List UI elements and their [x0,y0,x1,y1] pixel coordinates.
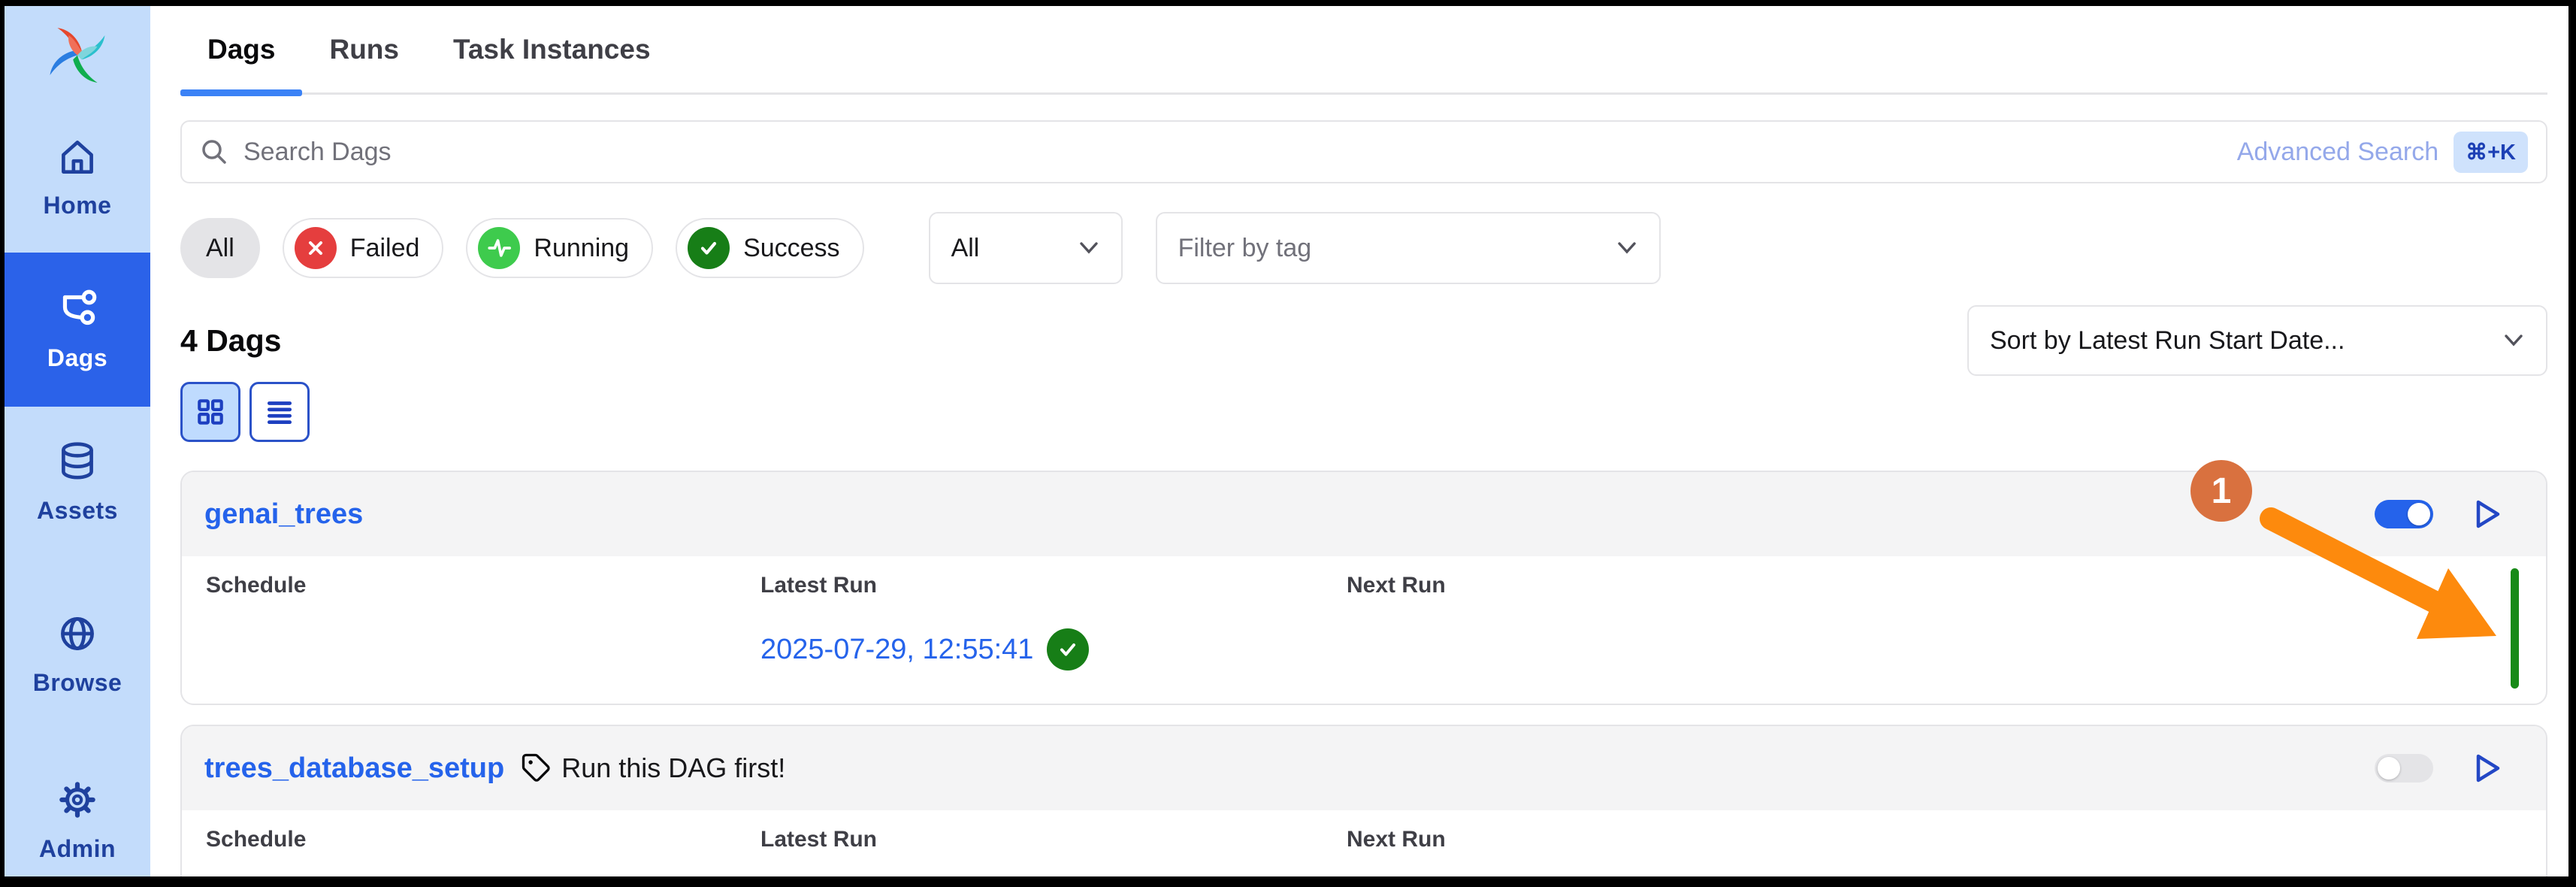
tag-icon [521,752,552,784]
home-icon [54,133,101,180]
sidebar-item-label: Admin [39,835,116,863]
run-success-icon [1047,628,1089,671]
app-window: Home Dags Assets [5,6,2568,876]
search-input[interactable] [243,138,2222,167]
filter-row: All Failed Running [180,212,2547,284]
latest-run-value: 2025-07-29, 12:55:41 [760,628,1347,671]
tab-dags[interactable]: Dags [180,6,302,92]
annotation-step-badge: 1 [2191,460,2252,522]
state-select[interactable]: All [929,212,1123,284]
toggle-knob [2408,503,2430,525]
trigger-dag-button[interactable] [2472,496,2505,532]
latest-run-link[interactable]: 2025-07-29, 12:55:41 [760,634,1033,666]
chevron-down-icon [2502,333,2525,348]
chip-label: All [206,234,234,263]
schedule-label: Schedule [206,573,760,598]
tab-label: Runs [329,34,399,65]
card-view-button[interactable] [180,382,240,442]
grid-view-icon [195,396,226,428]
database-icon [54,438,101,485]
next-run-label: Next Run [1347,827,2522,852]
main-content: Dags Runs Task Instances Advanced Search… [150,6,2568,876]
table-view-button[interactable] [249,382,310,442]
highlight-bar [2511,568,2519,689]
state-chip-running[interactable]: Running [466,218,653,278]
airflow-logo [43,24,112,86]
play-icon [2472,497,2502,531]
dag-tag: Run this DAG first! [521,752,785,784]
chip-label: Failed [350,234,420,263]
dag-card-controls [2375,496,2523,532]
sidebar-item-home[interactable]: Home [5,120,150,233]
advanced-search-link[interactable]: Advanced Search [2237,138,2438,167]
dag-card-trees-database-setup: trees_database_setup Run this DAG first! [180,725,2547,876]
tab-runs[interactable]: Runs [302,6,426,92]
list-view-icon [264,396,295,428]
chevron-down-icon [1616,241,1638,256]
failed-icon [295,227,337,269]
dag-count: 4 Dags [180,323,281,359]
chip-label: Running [534,234,629,263]
dag-pause-toggle[interactable] [2375,500,2433,528]
globe-icon [54,610,101,657]
dag-card-genai-trees: genai_trees Schedule La [180,471,2547,705]
dag-card-body: Schedule Latest Run Next Run [182,810,2546,876]
chevron-down-icon [1078,241,1100,256]
success-icon [688,227,730,269]
sort-select[interactable]: Sort by Latest Run Start Date... [1967,305,2547,376]
search-icon [200,138,228,166]
sidebar-nav: Home Dags Assets [5,120,150,876]
sidebar-item-label: Home [44,192,112,219]
latest-run-label: Latest Run [760,573,1347,598]
dag-name-link[interactable]: trees_database_setup [204,752,504,785]
dag-icon [54,286,101,332]
sidebar-item-assets[interactable]: Assets [5,425,150,538]
sidebar-item-label: Dags [47,344,107,372]
dag-card-controls [2375,750,2523,786]
list-header: 4 Dags Sort by Latest Run Start Date... [180,305,2547,376]
search-bar: Advanced Search ⌘+K [180,120,2547,183]
trigger-dag-button[interactable] [2472,750,2505,786]
sidebar-item-admin[interactable]: Admin [5,763,150,876]
sidebar-item-label: Assets [37,497,118,525]
view-toggle-group [180,382,2547,442]
sidebar-item-browse[interactable]: Browse [5,597,150,710]
dag-card-header: trees_database_setup Run this DAG first! [182,726,2546,810]
dag-name-link[interactable]: genai_trees [204,498,363,531]
dag-tag-label: Run this DAG first! [561,752,785,784]
tab-task-instances[interactable]: Task Instances [426,6,678,92]
toggle-knob [2378,757,2400,780]
gear-icon [54,777,101,823]
tab-label: Task Instances [453,34,651,65]
sidebar-item-dags[interactable]: Dags [5,253,150,407]
state-chip-success[interactable]: Success [676,218,864,278]
shortcut-badge: ⌘+K [2454,132,2528,173]
dag-pause-toggle[interactable] [2375,754,2433,783]
running-icon [478,227,520,269]
tab-label: Dags [207,34,275,65]
dag-card-body: Schedule Latest Run 2025-07-29, 12:55:41 [182,556,2546,704]
play-icon [2472,751,2502,786]
state-chip-failed[interactable]: Failed [283,218,444,278]
latest-run-label: Latest Run [760,827,1347,852]
sidebar: Home Dags Assets [5,6,150,876]
schedule-label: Schedule [206,827,760,852]
next-run-label: Next Run [1347,573,2522,598]
sidebar-item-label: Browse [33,669,122,697]
state-chip-all[interactable]: All [180,218,260,278]
top-tabs: Dags Runs Task Instances [180,6,2547,95]
chip-label: Success [743,234,840,263]
tag-filter-placeholder: Filter by tag [1178,234,1312,263]
tag-filter-select[interactable]: Filter by tag [1156,212,1661,284]
state-select-value: All [951,234,980,263]
sort-select-value: Sort by Latest Run Start Date... [1990,326,2345,356]
